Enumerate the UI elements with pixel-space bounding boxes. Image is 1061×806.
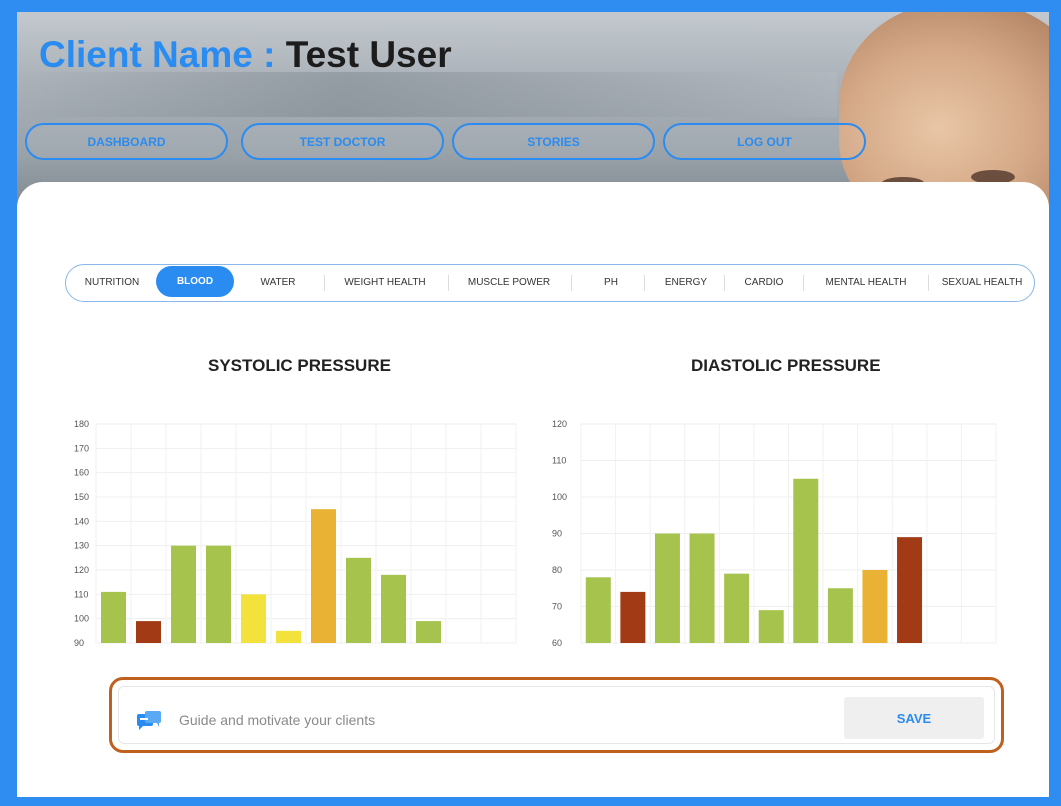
chart-bar [827,588,853,643]
y-tick-label: 150 [74,492,89,502]
guide-message-box: SAVE [109,677,1004,753]
chart-bar [276,630,301,643]
app-screen: Client Name : Test User DASHBOARD TEST D… [17,12,1049,797]
diastolic-chart: 120 110 100 90 80 70 60 [552,419,997,648]
client-title: Client Name : Test User [39,34,452,76]
client-name: Test User [285,34,452,75]
chart-bar [654,533,680,643]
tab-separator [644,275,645,291]
window-frame: Client Name : Test User DASHBOARD TEST D… [0,0,1061,806]
tab-separator [448,275,449,291]
chart-bar [241,594,266,643]
nav-stories-button[interactable]: STORIES [452,123,655,160]
chart-bar [346,557,371,643]
tab-cardio[interactable]: CARDIO [728,265,800,300]
y-tick-label: 180 [74,419,89,429]
y-tick-label: 100 [552,492,567,502]
y-tick-label: 110 [74,589,88,599]
y-tick-label: 140 [74,516,89,526]
tab-energy[interactable]: ENERGY [650,265,722,300]
guide-inner: SAVE [118,686,995,744]
chart-bar [793,478,819,643]
hero-band [17,72,837,117]
tab-weight-health[interactable]: WEIGHT HEALTH [330,265,440,300]
client-label: Client Name : [39,34,276,75]
chart-bar [171,545,196,643]
tab-separator [324,275,325,291]
systolic-chart-title: SYSTOLIC PRESSURE [208,356,391,375]
y-tick-label: 160 [74,468,89,478]
chart-bar [311,509,336,643]
category-tabs: NUTRITION BLOOD WATER WEIGHT HEALTH MUSC… [65,264,1035,302]
tab-nutrition[interactable]: NUTRITION [72,265,152,300]
y-tick-label: 80 [552,565,562,575]
tab-separator [724,275,725,291]
y-tick-label: 170 [74,443,89,453]
chart-bar [381,574,406,643]
nav-dashboard-button[interactable]: DASHBOARD [25,123,228,160]
y-tick-label: 120 [74,565,89,575]
tab-mental-health[interactable]: MENTAL HEALTH [808,265,924,300]
tab-muscle-power[interactable]: MUSCLE POWER [454,265,564,300]
y-tick-label: 90 [74,638,84,648]
chart-bar [585,577,611,643]
nav-log-out-button[interactable]: LOG OUT [663,123,866,160]
tab-separator [928,275,929,291]
chart-bar [897,537,923,643]
y-tick-label: 90 [552,529,562,539]
chart-bar [620,591,646,643]
save-button[interactable]: SAVE [844,697,984,739]
chart-bar [689,533,715,643]
y-tick-label: 120 [552,419,567,429]
chart-bar [206,545,231,643]
y-tick-label: 130 [74,541,89,551]
tab-blood[interactable]: BLOOD [156,266,234,297]
systolic-chart: 180 170 160 150 140 130 120 110 100 90 [74,419,517,648]
chat-bubbles-icon [137,711,161,730]
tab-separator [803,275,804,291]
chart-bar [724,573,750,643]
tab-ph[interactable]: PH [576,265,646,300]
chart-bar [136,621,161,643]
guide-input[interactable] [177,705,741,735]
y-tick-label: 60 [552,638,562,648]
y-tick-label: 100 [74,614,89,624]
y-tick-label: 70 [552,602,562,612]
diastolic-chart-title: DIASTOLIC PRESSURE [691,356,881,375]
tab-sexual-health[interactable]: SEXUAL HEALTH [934,265,1030,300]
chart-bar [758,610,784,643]
tab-separator [571,275,572,291]
chart-bar [862,570,888,643]
tab-water[interactable]: WATER [244,265,312,300]
chart-bar [416,621,441,643]
y-tick-label: 110 [552,456,566,466]
nav-test-doctor-button[interactable]: TEST DOCTOR [241,123,444,160]
chart-bar [101,591,126,643]
